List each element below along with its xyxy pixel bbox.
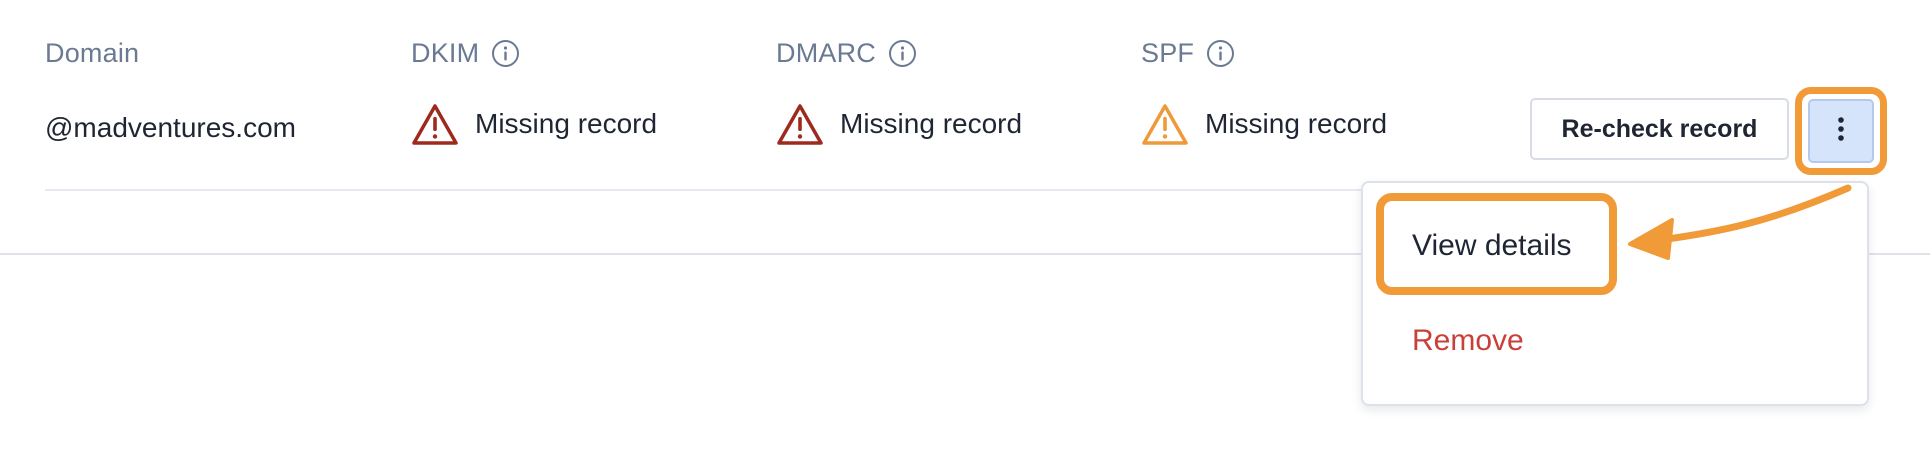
dmarc-status: Missing record: [776, 100, 1022, 148]
dmarc-status-text: Missing record: [840, 108, 1023, 139]
header-domain-label: Domain: [45, 37, 140, 68]
header-spf-label: SPF: [1141, 37, 1195, 68]
info-icon[interactable]: [491, 39, 520, 68]
view-details-highlight-annotation: [1376, 193, 1617, 295]
header-dkim-label: DKIM: [411, 37, 480, 68]
info-icon[interactable]: [1206, 39, 1235, 68]
header-dkim: DKIM: [411, 36, 520, 70]
header-dmarc-label: DMARC: [776, 37, 876, 68]
kebab-menu-icon: [1837, 116, 1845, 147]
dkim-status-text: Missing record: [475, 108, 658, 139]
spf-status-text: Missing record: [1205, 108, 1388, 139]
error-triangle-icon: [411, 102, 459, 146]
info-icon[interactable]: [888, 39, 917, 68]
error-triangle-icon: [776, 102, 824, 146]
spf-status: Missing record: [1141, 100, 1387, 148]
dkim-status: Missing record: [411, 100, 657, 148]
menu-item-remove[interactable]: Remove: [1412, 324, 1524, 358]
more-actions-button[interactable]: [1808, 99, 1874, 163]
header-dmarc: DMARC: [776, 36, 917, 70]
domain-name: @madventures.com: [45, 112, 296, 143]
warning-triangle-icon: [1141, 102, 1189, 146]
recheck-record-button[interactable]: Re-check record: [1530, 98, 1789, 160]
header-domain: Domain: [45, 36, 139, 70]
page: Domain DKIM DMARC SPF @madventures.com M…: [0, 0, 1930, 464]
header-spf: SPF: [1141, 36, 1235, 70]
